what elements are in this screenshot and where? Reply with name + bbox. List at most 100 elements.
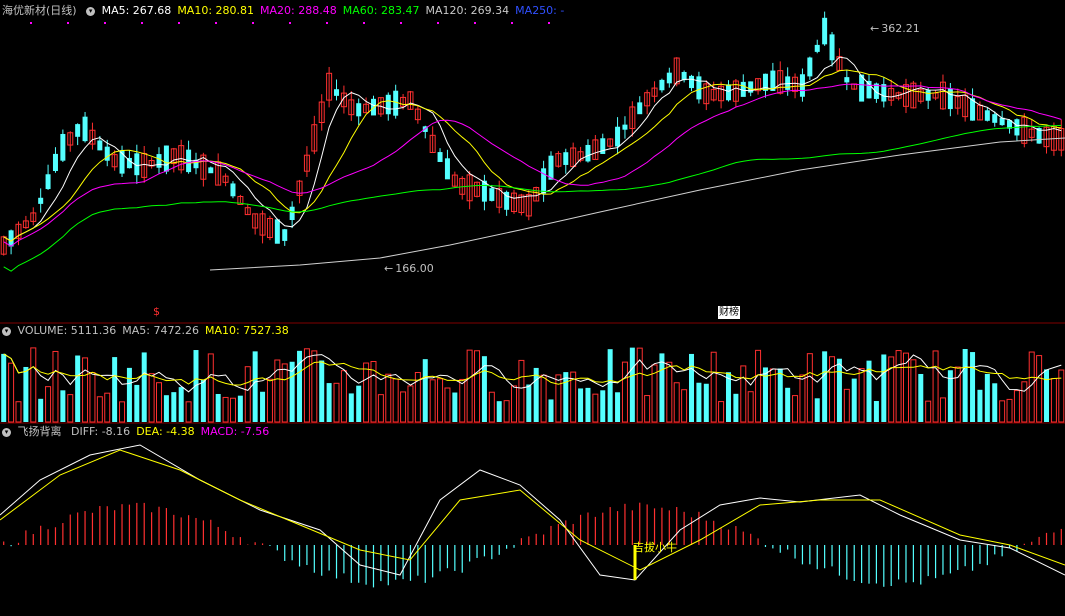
volume-bar	[112, 357, 118, 422]
candle	[814, 44, 820, 52]
volume-bar	[503, 400, 510, 423]
dea-line	[0, 449, 1065, 571]
volume-bar	[621, 361, 628, 423]
ma-legend-item-0: MA5: 267.68	[101, 4, 172, 17]
signal-dot	[289, 22, 291, 24]
volume-bar	[407, 385, 414, 423]
volume-panel[interactable]	[1, 347, 1065, 423]
volume-bar	[1021, 381, 1028, 423]
high-price-label: ← 362.21	[870, 22, 920, 35]
volume-bar	[769, 368, 776, 423]
candle	[563, 152, 569, 165]
candle	[393, 90, 399, 116]
indicator-header: ▾ 飞扬背离 DIFF: -8.16 DEA: -4.38 MACD: -7.56	[2, 425, 281, 439]
volume-bar	[326, 383, 332, 422]
volume-bar	[910, 359, 917, 423]
volume-bar	[229, 397, 236, 423]
volume-bar	[8, 362, 15, 423]
volume-bar	[962, 349, 968, 422]
candlestick-panel[interactable]	[0, 11, 1065, 272]
volume-bar	[260, 391, 266, 422]
volume-bar	[873, 400, 879, 422]
volume-bar	[96, 396, 103, 423]
volume-header: ▾ VOLUME: 5111.36 MA5: 7472.26 MA10: 7527.…	[2, 324, 301, 338]
signal-dot	[363, 22, 365, 24]
candle	[208, 167, 214, 174]
volume-bar	[281, 363, 288, 423]
volume-bar	[689, 353, 695, 422]
volume-bar	[363, 362, 370, 423]
volume-bar	[148, 373, 155, 423]
candle	[822, 17, 828, 45]
volume-bar	[178, 387, 184, 422]
macd-panel[interactable]	[0, 444, 1065, 588]
settings-circle-icon[interactable]: ▾	[2, 427, 11, 437]
diff-line	[0, 444, 1065, 581]
volume-bar	[578, 388, 584, 422]
volume-bar	[134, 384, 140, 422]
settings-circle-icon[interactable]: ▾	[86, 6, 96, 16]
volume-bar	[851, 378, 857, 422]
ma-line	[3, 83, 1062, 247]
candle	[156, 154, 162, 168]
volume-bar	[429, 379, 436, 423]
volume-bar	[474, 350, 481, 423]
volume-bar	[1, 353, 7, 422]
candle	[689, 75, 695, 89]
volume-bar	[733, 393, 739, 422]
volume-bar	[156, 382, 163, 423]
volume-bar	[200, 379, 206, 422]
candle	[637, 102, 643, 115]
ma-line	[3, 124, 1062, 272]
volume-bar	[881, 354, 887, 422]
volume-bar	[1013, 390, 1020, 423]
settings-circle-icon[interactable]: ▾	[2, 326, 11, 336]
volume-bar	[444, 387, 451, 423]
signal-dot	[474, 22, 476, 24]
volume-bar	[673, 382, 680, 423]
volume-bar	[585, 387, 591, 422]
volume-bar	[918, 373, 924, 422]
candle	[925, 90, 931, 101]
volume-bar	[777, 368, 783, 422]
volume-bar	[348, 393, 354, 422]
candle	[992, 114, 998, 123]
candle	[541, 168, 547, 194]
volume-bar	[30, 347, 37, 423]
candle	[60, 133, 66, 161]
volume-bar	[925, 400, 932, 423]
indicator-title: 飞扬背离	[17, 425, 62, 438]
volume-bar	[895, 350, 902, 423]
dollar-mark[interactable]: $	[153, 305, 160, 318]
volume-bar	[237, 395, 243, 422]
candle	[659, 79, 665, 91]
candle	[97, 140, 103, 151]
volume-bar	[266, 378, 273, 423]
candle	[289, 206, 295, 221]
volume-bar	[970, 352, 976, 422]
volume-bar	[518, 359, 525, 423]
indicator-legend: DIFF: -8.16 DEA: -4.38 MACD: -7.56	[71, 425, 275, 438]
signal-dot	[437, 22, 439, 24]
event-badge[interactable]: 财榜	[718, 306, 740, 319]
volume-bar	[392, 378, 399, 423]
ma-line	[3, 69, 1062, 242]
volume-bar	[615, 392, 621, 422]
volume-bar	[843, 388, 850, 423]
volume-bar	[888, 356, 895, 423]
signal-dot	[511, 22, 513, 24]
volume-bar	[207, 353, 214, 423]
volume-bar	[311, 350, 318, 423]
ma-line	[3, 56, 1062, 242]
volume-bar	[459, 378, 466, 423]
volume-bar	[333, 382, 340, 423]
volume-bar	[703, 383, 709, 422]
candle	[829, 34, 835, 61]
candle	[385, 94, 391, 115]
signal-dot	[30, 22, 32, 24]
ma-legend-item-4: MA120: 269.34	[425, 4, 510, 17]
candle	[615, 126, 621, 147]
volume-bar	[488, 391, 495, 423]
volume-bar	[45, 386, 52, 423]
volume-bar	[836, 358, 842, 422]
